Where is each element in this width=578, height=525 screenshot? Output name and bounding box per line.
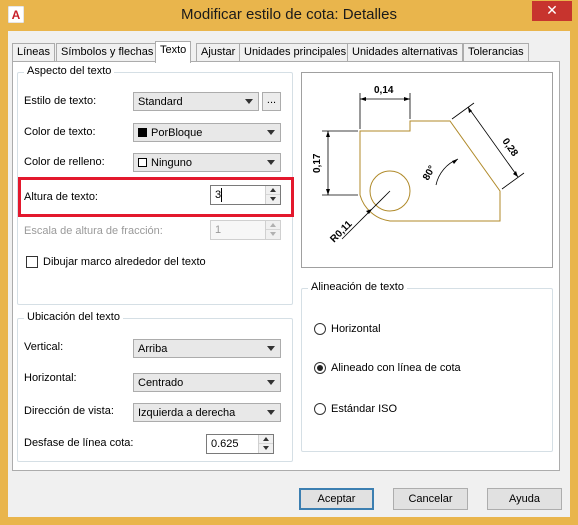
fraction-scale-value: 1 <box>215 224 222 236</box>
fill-color-label: Color de relleno: <box>24 156 105 168</box>
tab-tolerancias[interactable]: Tolerancias <box>463 43 529 62</box>
radio-iso-standard-label: Estándar ISO <box>331 403 398 415</box>
text-alignment-group: Alineación de texto Horizontal Alineado … <box>301 281 553 452</box>
vertical-label: Vertical: <box>24 341 64 353</box>
spin-up-icon[interactable] <box>266 186 280 195</box>
dimline-offset-label: Desfase de línea cota: <box>24 437 134 449</box>
horizontal-value: Centrado <box>138 377 184 389</box>
dialog-window: A Modificar estilo de cota: Detalles ✕ L… <box>0 0 578 525</box>
chevron-down-icon <box>267 346 275 351</box>
chevron-down-icon <box>267 160 275 165</box>
spin-down-icon[interactable] <box>259 444 273 453</box>
spin-up-icon[interactable] <box>266 221 280 230</box>
vertical-select[interactable]: Arriba <box>133 339 281 358</box>
empty-swatch-icon <box>138 158 147 167</box>
radio-iso-standard[interactable] <box>314 403 326 415</box>
preview-dim-top: 0,14 <box>374 85 394 96</box>
preview-arrowheads <box>326 97 518 214</box>
text-color-label: Color de texto: <box>24 126 96 138</box>
cancel-button[interactable]: Cancelar <box>393 488 468 510</box>
spin-down-icon[interactable] <box>266 195 280 204</box>
fill-color-select[interactable]: Ninguno <box>133 153 281 172</box>
dimline-offset-value: 0.625 <box>211 438 239 450</box>
fraction-scale-input[interactable]: 1 <box>210 220 281 240</box>
text-cursor <box>221 188 222 202</box>
radio-horizontal-label: Horizontal <box>331 323 381 335</box>
preview-dim-angle: 80° <box>421 164 438 183</box>
spin-down-icon[interactable] <box>266 230 280 239</box>
tab-unidades-alternativas[interactable]: Unidades alternativas <box>347 43 463 62</box>
chevron-down-icon <box>267 130 275 135</box>
help-button[interactable]: Ayuda <box>487 488 562 510</box>
color-swatch-icon <box>138 128 147 137</box>
fraction-scale-label: Escala de altura de fracción: <box>24 225 163 237</box>
horizontal-select[interactable]: Centrado <box>133 373 281 392</box>
preview-dim-left: 0,17 <box>312 153 323 173</box>
text-appearance-title: Aspecto del texto <box>24 65 115 77</box>
text-color-select[interactable]: PorBloque <box>133 123 281 142</box>
text-placement-group: Ubicación del texto Vertical: Arriba Hor… <box>17 311 293 462</box>
horizontal-label: Horizontal: <box>24 372 77 384</box>
dimline-offset-input[interactable]: 0.625 <box>206 434 274 454</box>
text-style-select[interactable]: Standard <box>133 92 259 111</box>
view-direction-select[interactable]: Izquierda a derecha <box>133 403 281 422</box>
text-placement-title: Ubicación del texto <box>24 311 123 323</box>
tab-texto[interactable]: Texto <box>155 41 192 63</box>
draw-frame-label: Dibujar marco alrededor del texto <box>43 256 206 268</box>
text-style-browse-button[interactable]: ... <box>262 92 281 111</box>
dialog-title: Modificar estilo de cota: Detalles <box>181 6 397 23</box>
draw-frame-checkbox[interactable] <box>26 256 38 268</box>
text-appearance-group: Aspecto del texto Estilo de texto: Stand… <box>17 65 294 305</box>
tab-unidades-principales[interactable]: Unidades principales <box>239 43 352 62</box>
fill-color-value: Ninguno <box>151 157 192 169</box>
preview-dim-radius: R0,11 <box>328 219 355 246</box>
dimension-preview: 0,14 0,17 0,28 80° R0,11 <box>301 72 553 268</box>
accept-button[interactable]: Aceptar <box>299 488 374 510</box>
title-bar: A Modificar estilo de cota: Detalles ✕ <box>0 0 578 31</box>
preview-dimensions <box>322 93 525 240</box>
spin-up-icon[interactable] <box>259 435 273 444</box>
text-height-label: Altura de texto: <box>24 191 98 203</box>
text-style-value: Standard <box>138 96 183 108</box>
chevron-down-icon <box>267 410 275 415</box>
chevron-down-icon <box>267 380 275 385</box>
view-direction-label: Dirección de vista: <box>24 405 114 417</box>
text-color-value: PorBloque <box>151 127 203 139</box>
texto-tab-panel: Aspecto del texto Estilo de texto: Stand… <box>12 61 560 471</box>
view-direction-value: Izquierda a derecha <box>138 407 236 419</box>
chevron-down-icon <box>245 99 253 104</box>
radio-aligned-dimline-label: Alineado con línea de cota <box>331 362 461 374</box>
text-alignment-title: Alineación de texto <box>308 281 407 293</box>
vertical-value: Arriba <box>138 343 168 355</box>
dialog-body: Líneas Símbolos y flechas Texto Ajustar … <box>8 31 570 517</box>
tab-ajustar[interactable]: Ajustar <box>196 43 241 62</box>
radio-horizontal[interactable] <box>314 323 326 335</box>
text-style-label: Estilo de texto: <box>24 95 97 107</box>
text-height-input[interactable]: 3 <box>210 185 281 205</box>
preview-drawing: 0,14 0,17 0,28 80° R0,11 <box>312 85 525 246</box>
tab-lineas[interactable]: Líneas <box>12 43 56 62</box>
radio-aligned-dimline[interactable] <box>314 362 326 374</box>
close-button[interactable]: ✕ <box>532 1 572 21</box>
tab-simbolos-flechas[interactable]: Símbolos y flechas <box>56 43 159 62</box>
